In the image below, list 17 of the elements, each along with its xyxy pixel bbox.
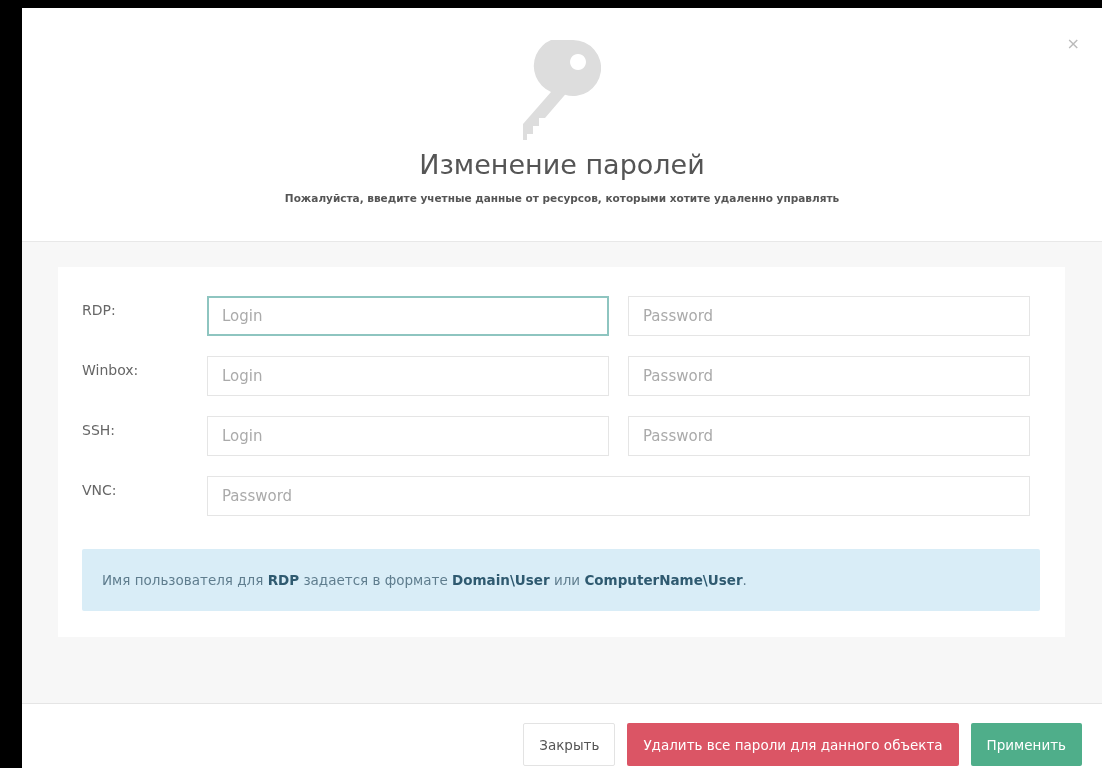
password-field[interactable]: Password <box>628 416 1030 457</box>
login-field[interactable]: Login <box>207 296 609 337</box>
apply-button[interactable]: Применить <box>970 723 1082 767</box>
dialog-subtitle: Пожалуйста, введите учетные данные от ресурсов, которыми хотите удаленно управлять <box>283 192 841 204</box>
dialog-title: Изменение паролей <box>418 148 706 182</box>
password-field[interactable]: Password <box>628 356 1030 397</box>
password-field[interactable]: Password <box>207 476 1030 517</box>
field-label: Winbox: <box>82 361 140 381</box>
delete-button[interactable]: Удалить все пароли для данного объекта <box>627 723 959 767</box>
info-message: Имя пользователя для RDP задается в формате Domain\User или ComputerName\User. <box>82 549 1040 612</box>
field-label: VNC: <box>82 481 118 501</box>
close-button[interactable]: × <box>1066 36 1080 52</box>
key-icon <box>523 40 601 140</box>
password-field[interactable]: Password <box>628 296 1030 337</box>
field-label: SSH: <box>82 421 117 441</box>
close-button[interactable]: Закрыть <box>523 723 616 767</box>
field-label: RDP: <box>82 301 117 321</box>
